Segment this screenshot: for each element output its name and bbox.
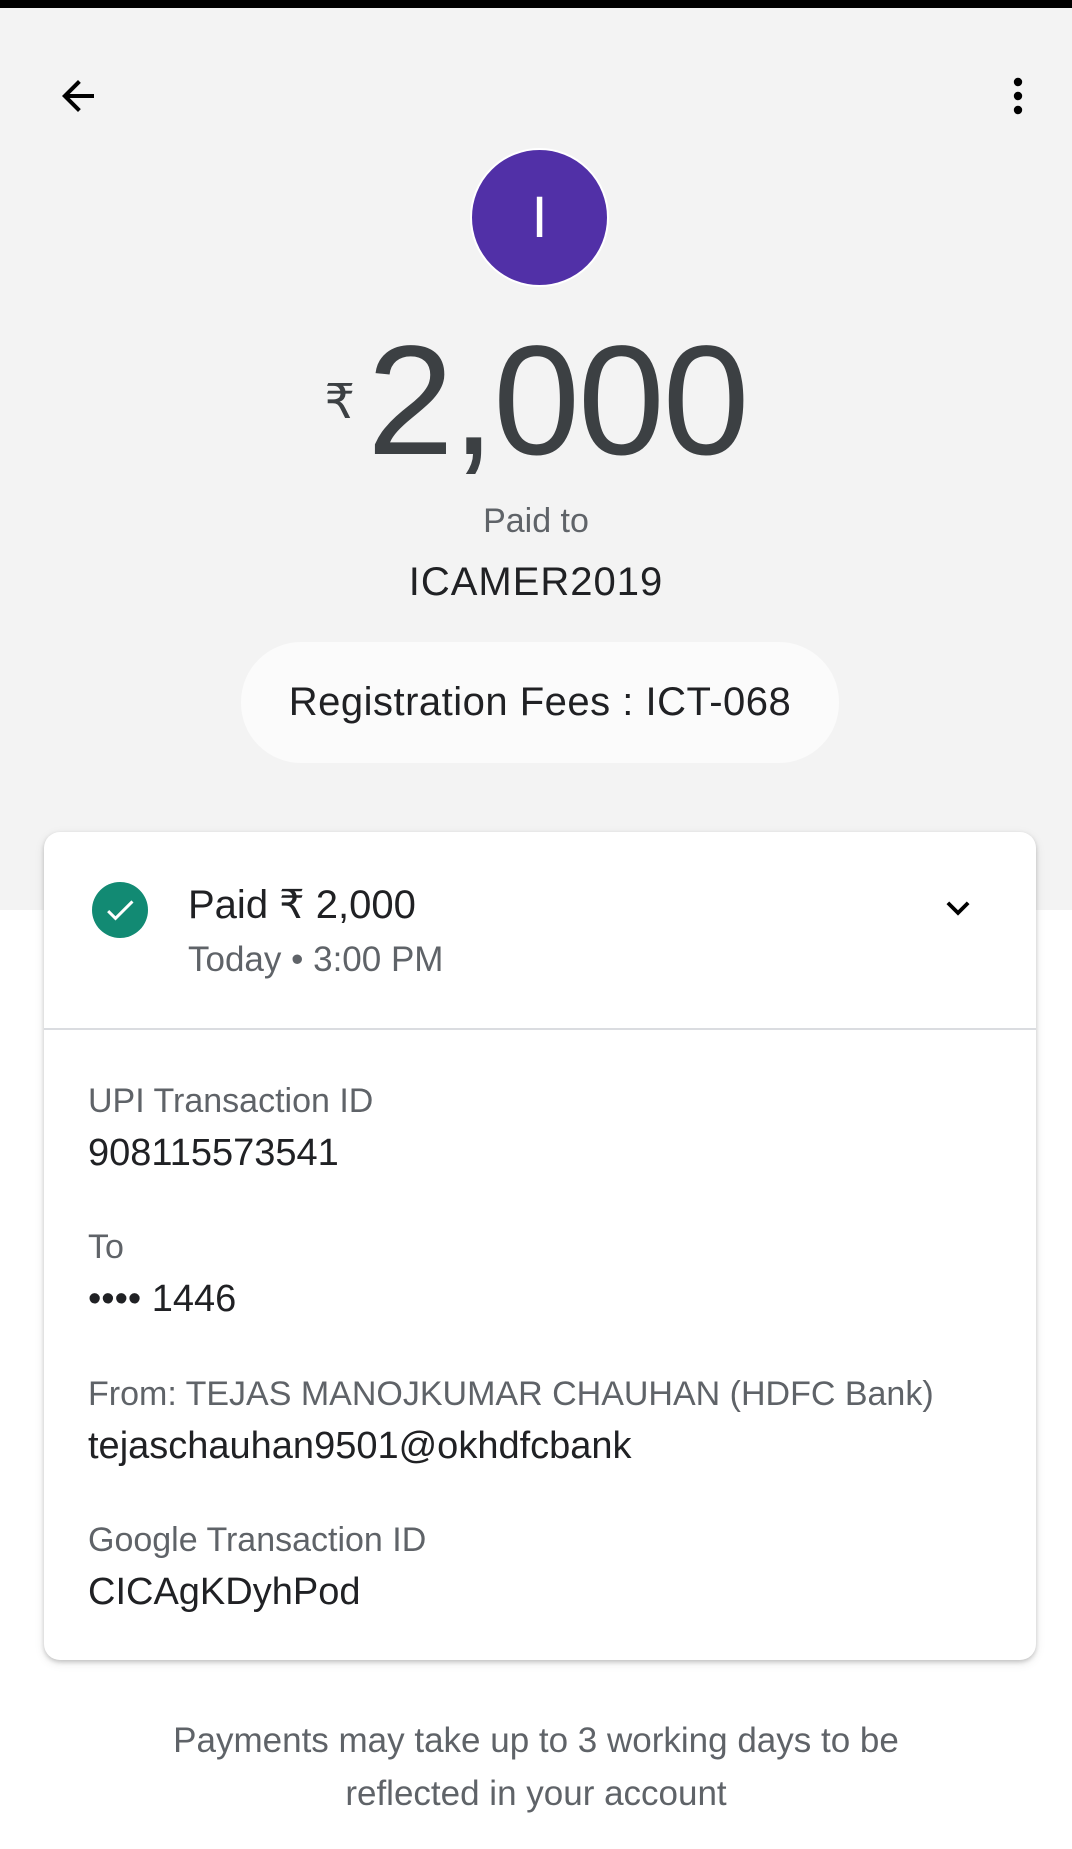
amount-value: 2,000	[367, 314, 749, 488]
more-options-button[interactable]	[984, 64, 1052, 132]
transaction-details-card: Paid ₹ 2,000 Today • 3:00 PM UPI Transac…	[44, 832, 1036, 1660]
divider	[44, 1028, 1036, 1030]
more-vertical-icon	[994, 72, 1042, 125]
settlement-notice-line-1: Payments may take up to 3 working days t…	[173, 1721, 899, 1760]
status-bar	[0, 0, 1072, 8]
expand-button[interactable]	[924, 876, 992, 944]
to-label: To	[88, 1228, 124, 1266]
upi-transaction-id-label: UPI Transaction ID	[88, 1082, 374, 1120]
payment-status-row[interactable]: Paid ₹ 2,000 Today • 3:00 PM	[44, 832, 1036, 1028]
avatar-initial: I	[531, 185, 548, 250]
payment-note: Registration Fees : ICT-068	[241, 642, 839, 763]
settlement-notice: Payments may take up to 3 working days t…	[120, 1714, 952, 1820]
payment-summary-header: I ₹ 2,000 Paid to ICAMER2019 Registratio…	[0, 8, 1072, 910]
check-circle-icon	[92, 882, 148, 938]
upi-transaction-id-value: 908115573541	[88, 1132, 339, 1174]
google-transaction-id-label: Google Transaction ID	[88, 1521, 427, 1559]
payment-status: Paid ₹ 2,000	[188, 883, 416, 927]
paid-to-label: Paid to	[483, 502, 589, 540]
payee-avatar: I	[470, 148, 609, 287]
settlement-notice-line-2: reflected in your account	[345, 1774, 727, 1813]
chevron-down-icon	[935, 885, 981, 936]
arrow-left-icon	[54, 72, 102, 125]
payment-note-text: Registration Fees : ICT-068	[288, 680, 792, 724]
from-upi-id-value: tejaschauhan9501@okhdfcbank	[88, 1425, 632, 1467]
transaction-details-screen: I ₹ 2,000 Paid to ICAMER2019 Registratio…	[0, 0, 1072, 1849]
amount-display: ₹ 2,000	[0, 314, 1072, 488]
back-button[interactable]	[44, 64, 112, 132]
payee-name: ICAMER2019	[408, 560, 664, 604]
from-label: From: TEJAS MANOJKUMAR CHAUHAN (HDFC Ban…	[88, 1375, 934, 1413]
payment-timestamp: Today • 3:00 PM	[188, 940, 444, 979]
google-transaction-id-value: CICAgKDyhPod	[88, 1571, 361, 1613]
to-account-value: •••• 1446	[88, 1278, 237, 1320]
currency-symbol: ₹	[324, 376, 356, 429]
